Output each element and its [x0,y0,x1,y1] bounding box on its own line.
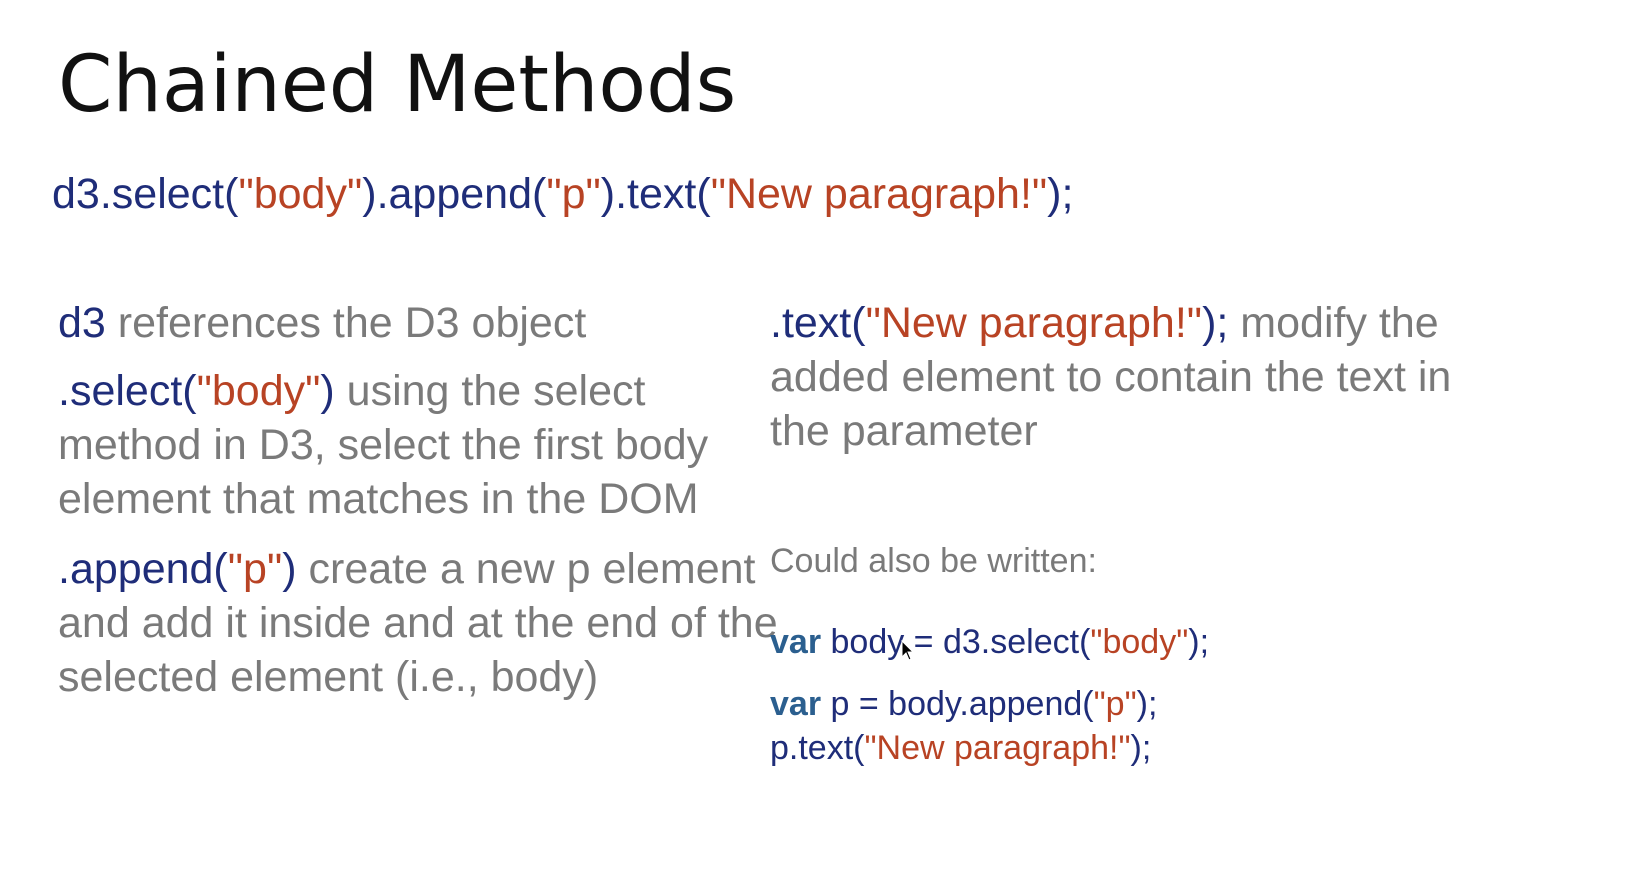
code-text-arg: "New paragraph!" [710,170,1048,218]
code-close-1: ) [362,170,377,218]
alternative-heading: Could also be written: [770,542,1097,580]
explanation-select-close: ) [320,367,335,415]
explanation-d3-desc: references the D3 object [105,299,587,347]
explanation-d3-code: d3 [58,299,106,347]
code-close-2: ) [600,170,616,218]
code-close-3: ); [1047,170,1074,218]
explanation-select-arg: "body" [196,367,321,415]
alt-line3-close: ); [1130,729,1152,767]
alt-line1-arg: "body" [1090,623,1189,661]
code-append-call: .append( [376,170,547,218]
explanation-text-fn: .text( [770,299,866,347]
explanations-left: d3 references the D3 object .select("bod… [58,296,778,720]
alternative-line-2: var p = body.append("p"); [770,682,1209,726]
explanations-right: .text("New paragraph!"); modify the adde… [770,296,1490,474]
explanation-append-fn: .append( [58,545,228,593]
explanation-d3: d3 references the D3 object [58,296,778,350]
mouse-cursor-icon [901,640,915,661]
explanation-text: .text("New paragraph!"); modify the adde… [770,296,1490,458]
code-select-arg: "body" [238,170,363,218]
slide-title: Chained Methods [58,40,737,130]
explanation-text-arg: "New paragraph!" [865,299,1203,347]
alternative-code: var body = d3.select("body"); var p = bo… [770,620,1209,770]
alt-line2-arg: "p" [1093,685,1137,723]
explanation-text-close: ); [1202,299,1229,347]
slide: Chained Methods d3.select("body").append… [0,0,1638,884]
alt-line3-code: p.text( [770,729,865,767]
alt-line1-code: body = d3.select( [821,623,1091,661]
keyword-var: var [770,623,822,661]
keyword-var: var [770,685,822,723]
alt-line2-code: p = body.append( [821,685,1094,723]
explanation-append: .append("p") create a new p element and … [58,542,778,704]
code-append-arg: "p" [546,170,601,218]
alt-line1-close: ); [1188,623,1210,661]
alt-line3-arg: "New paragraph!" [864,729,1131,767]
alternative-line-3: p.text("New paragraph!"); [770,726,1209,770]
main-code-line: d3.select("body").append("p").text("New … [52,170,1073,219]
explanation-select-fn: .select( [58,367,197,415]
alt-line2-close: ); [1136,685,1158,723]
alternative-line-1: var body = d3.select("body"); [770,620,1209,664]
explanation-select: .select("body") using the select method … [58,364,778,526]
explanation-append-close: ) [282,545,297,593]
code-text-call: .text( [615,170,711,218]
explanation-append-arg: "p" [227,545,283,593]
code-d3: d3 [52,170,100,218]
code-select-call: .select( [99,170,239,218]
